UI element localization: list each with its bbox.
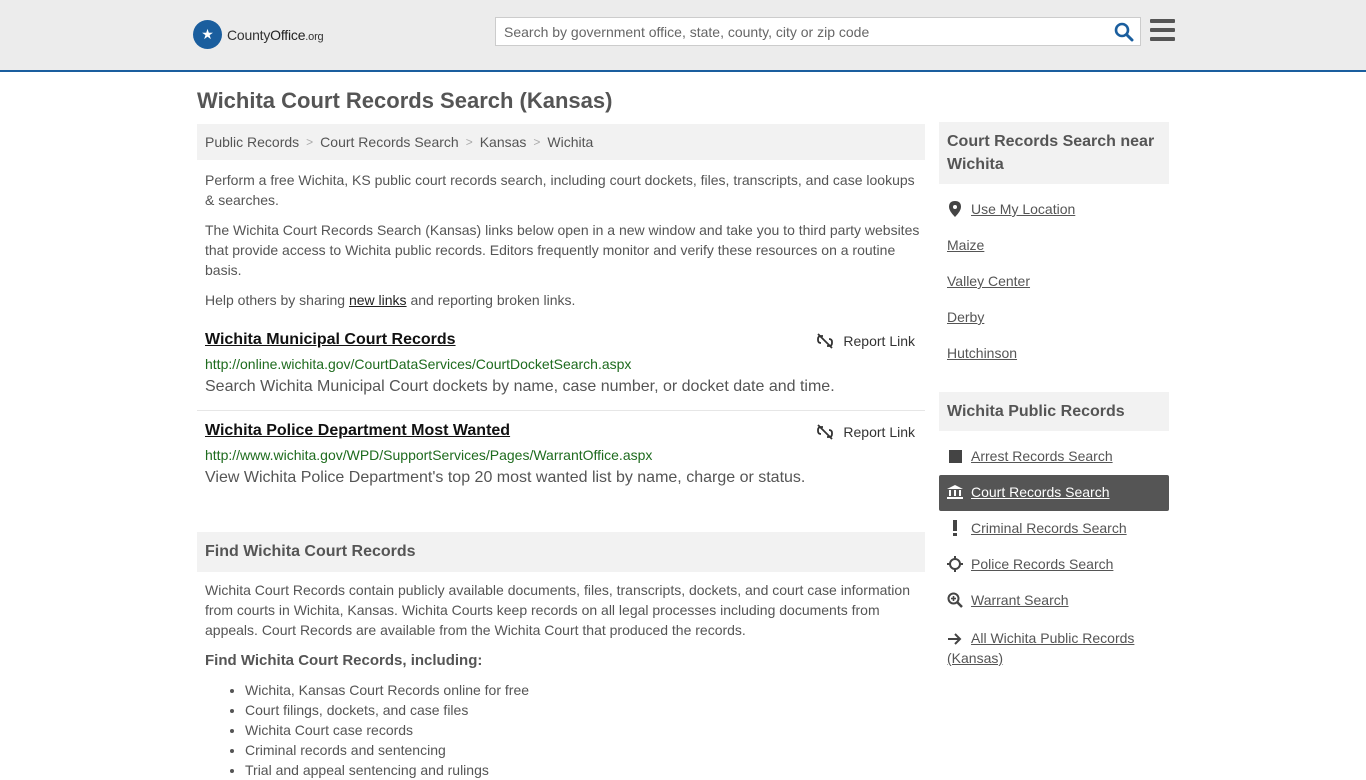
breadcrumb-kansas[interactable]: Kansas <box>480 134 527 150</box>
breadcrumb-separator: > <box>465 135 473 149</box>
result-title-link[interactable]: Wichita Police Department Most Wanted <box>205 422 510 440</box>
report-link-button[interactable]: Report Link <box>817 333 915 349</box>
hamburger-menu-icon[interactable] <box>1150 19 1175 41</box>
result-url: http://online.wichita.gov/CourtDataServi… <box>205 356 632 372</box>
result-description: Search Wichita Municipal Court dockets b… <box>205 378 835 395</box>
breadcrumb-separator: > <box>306 135 314 149</box>
crosshair-icon <box>947 556 963 572</box>
logo-county-text: County <box>227 26 271 43</box>
result-url: http://www.wichita.gov/WPD/SupportServic… <box>205 447 653 463</box>
map-pin-icon <box>947 201 963 217</box>
court-records-label[interactable]: Court Records Search <box>971 484 1110 500</box>
use-my-location-link[interactable]: Use My Location <box>947 201 1075 217</box>
result-description: View Wichita Police Department's top 20 … <box>205 469 806 486</box>
sidebar-item-all-public-records[interactable]: All Wichita Public Records (Kansas) <box>947 628 1167 668</box>
find-records-body: Wichita Court Records contain publicly a… <box>205 582 910 638</box>
sidebar-public-heading: Wichita Public Records <box>939 392 1169 431</box>
breadcrumb-separator: > <box>533 135 541 149</box>
arrest-records-label[interactable]: Arrest Records Search <box>971 448 1113 464</box>
police-records-label[interactable]: Police Records Search <box>971 556 1113 572</box>
sidebar-near-link[interactable]: Derby <box>947 309 984 325</box>
logo-office-text: Office <box>270 26 306 43</box>
criminal-records-label[interactable]: Criminal Records Search <box>971 520 1127 536</box>
find-records-subheading: Find Wichita Court Records, including: <box>205 652 483 669</box>
arrow-right-icon <box>947 631 963 647</box>
breadcrumb: Public Records > Court Records Search > … <box>197 124 925 160</box>
list-item: Court filings, dockets, and case files <box>245 700 529 720</box>
near-link-hutchinson[interactable]: Hutchinson <box>947 345 1017 361</box>
courthouse-icon <box>947 484 963 500</box>
broken-link-icon <box>817 424 834 440</box>
broken-link-icon <box>817 333 834 349</box>
find-records-heading: Find Wichita Court Records <box>197 532 925 572</box>
sidebar-near-heading: Court Records Search near Wichita <box>939 122 1169 184</box>
site-logo[interactable]: ★ CountyOffice.org <box>193 20 324 49</box>
warrant-search-label[interactable]: Warrant Search <box>971 592 1069 608</box>
sidebar-item-court-records[interactable]: Court Records Search <box>947 484 1110 500</box>
magnify-plus-icon <box>947 592 963 608</box>
list-item: Criminal records and sentencing <box>245 740 529 760</box>
intro-paragraph-1: Perform a free Wichita, KS public court … <box>205 172 915 208</box>
sidebar-item-criminal-records[interactable]: Criminal Records Search <box>947 520 1127 536</box>
list-item: Wichita Court case records <box>245 720 529 740</box>
search-bar <box>495 17 1141 46</box>
report-link-label: Report Link <box>843 424 915 440</box>
logo-wordmark: CountyOffice.org <box>227 26 324 43</box>
page-title: Wichita Court Records Search (Kansas) <box>197 88 613 113</box>
exclamation-icon <box>947 520 963 536</box>
near-link-valley-center[interactable]: Valley Center <box>947 273 1030 289</box>
search-icon[interactable] <box>1114 22 1134 42</box>
sidebar-item-arrest-records[interactable]: Arrest Records Search <box>947 448 1113 464</box>
intro-paragraph-2: The Wichita Court Records Search (Kansas… <box>205 222 920 278</box>
intro-text: and reporting broken links. <box>406 292 576 308</box>
site-header: ★ CountyOffice.org <box>0 0 1366 72</box>
new-links-link[interactable]: new links <box>349 292 407 308</box>
sidebar-near-link[interactable]: Valley Center <box>947 273 1030 289</box>
breadcrumb-public-records[interactable]: Public Records <box>205 134 299 150</box>
list-item: Trial and appeal sentencing and rulings <box>245 760 529 780</box>
use-my-location-label[interactable]: Use My Location <box>971 201 1075 217</box>
find-records-list: Wichita, Kansas Court Records online for… <box>245 680 529 780</box>
eagle-seal-icon: ★ <box>193 20 222 49</box>
near-link-derby[interactable]: Derby <box>947 309 984 325</box>
sidebar-near-link[interactable]: Hutchinson <box>947 345 1017 361</box>
result-title-link[interactable]: Wichita Municipal Court Records <box>205 331 456 349</box>
list-item: Wichita, Kansas Court Records online for… <box>245 680 529 700</box>
sidebar-near-link[interactable]: Maize <box>947 237 984 253</box>
breadcrumb-court-records-search[interactable]: Court Records Search <box>320 134 459 150</box>
near-link-maize[interactable]: Maize <box>947 237 984 253</box>
intro-text: Help others by sharing <box>205 292 349 308</box>
sidebar-item-police-records[interactable]: Police Records Search <box>947 556 1113 572</box>
report-link-button[interactable]: Report Link <box>817 424 915 440</box>
search-input[interactable] <box>496 18 1096 45</box>
sidebar-item-warrant-search[interactable]: Warrant Search <box>947 592 1069 608</box>
logo-org-text: .org <box>305 30 324 43</box>
result-divider <box>197 410 925 411</box>
all-public-records-label[interactable]: All Wichita Public Records (Kansas) <box>947 630 1134 666</box>
square-icon <box>947 448 963 464</box>
report-link-label: Report Link <box>843 333 915 349</box>
breadcrumb-wichita[interactable]: Wichita <box>547 134 593 150</box>
intro-paragraph-3: Help others by sharing new links and rep… <box>205 290 920 310</box>
